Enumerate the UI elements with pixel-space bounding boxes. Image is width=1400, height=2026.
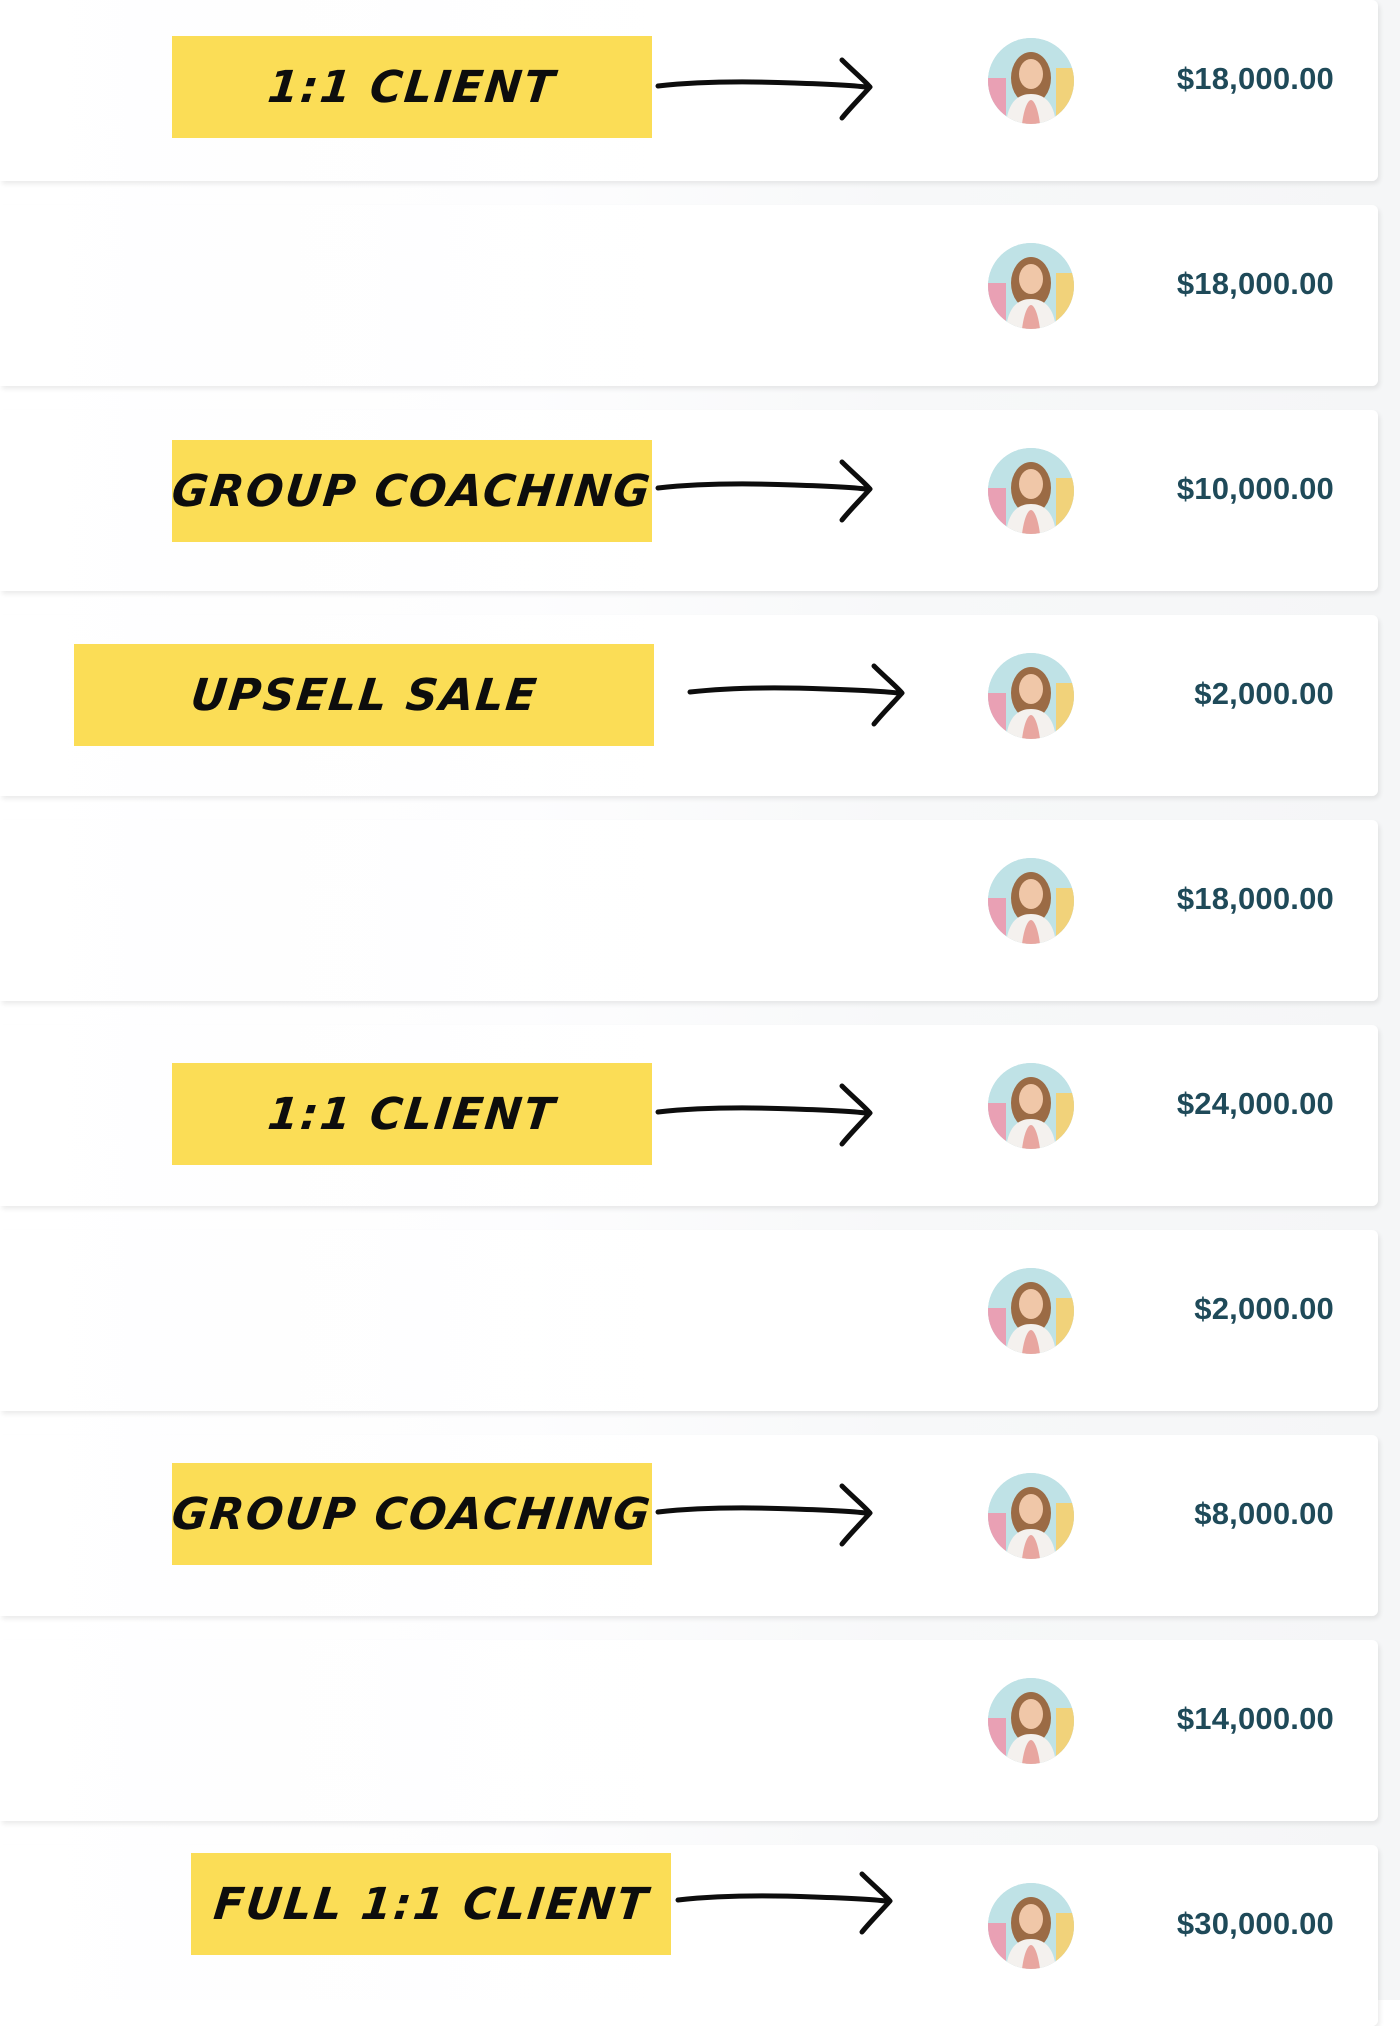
avatar-photo [988, 243, 1074, 329]
arrow-right-icon [687, 663, 905, 727]
avatar-photo [988, 1473, 1074, 1559]
avatar [988, 1473, 1074, 1559]
sale-type-tag: full 1:1 client [191, 1853, 671, 1955]
avatar [988, 653, 1074, 739]
sale-type-tag: 1:1 client [172, 1063, 652, 1165]
avatar [988, 1883, 1074, 1969]
sale-card: $14,000.00 [0, 1640, 1378, 1821]
avatar [988, 1063, 1074, 1149]
sale-type-tag: group coaching [169, 1463, 655, 1565]
avatar-photo [988, 1063, 1074, 1149]
avatar [988, 858, 1074, 944]
avatar [988, 243, 1074, 329]
arrow-right-icon [675, 1871, 893, 1935]
sale-type-tag: group coaching [169, 440, 655, 542]
sale-amount: $10,000.00 [1176, 471, 1334, 506]
avatar-photo [988, 1678, 1074, 1764]
sale-type-label: 1:1 client [265, 1088, 559, 1140]
sale-card: $18,000.00 [0, 205, 1378, 386]
avatar [988, 1678, 1074, 1764]
arrow-right-icon [655, 1083, 873, 1147]
sale-amount: $24,000.00 [1176, 1086, 1334, 1121]
avatar [988, 1268, 1074, 1354]
avatar [988, 448, 1074, 534]
avatar-photo [988, 1268, 1074, 1354]
sale-amount: $2,000.00 [1194, 1291, 1334, 1326]
avatar-photo [988, 653, 1074, 739]
sale-amount: $8,000.00 [1194, 1496, 1334, 1531]
avatar-photo [988, 448, 1074, 534]
sale-amount: $2,000.00 [1194, 676, 1334, 711]
sale-amount: $18,000.00 [1176, 266, 1334, 301]
sale-amount: $18,000.00 [1176, 881, 1334, 916]
sale-type-label: group coaching [169, 1488, 655, 1540]
sale-type-tag: 1:1 client [172, 36, 652, 138]
arrow-right-icon [655, 459, 873, 523]
sale-type-label: full 1:1 client [210, 1878, 652, 1930]
sales-list: $18,000.00 1:1 client $18,000.00 $10,000… [0, 0, 1400, 2026]
sale-amount: $30,000.00 [1176, 1906, 1334, 1941]
sale-type-label: group coaching [169, 465, 655, 517]
sale-type-label: upsell sale [187, 669, 541, 721]
sale-type-label: 1:1 client [265, 61, 559, 113]
avatar-photo [988, 38, 1074, 124]
avatar-photo [988, 858, 1074, 944]
avatar [988, 38, 1074, 124]
arrow-right-icon [655, 57, 873, 121]
sale-card: $2,000.00 [0, 1230, 1378, 1411]
avatar-photo [988, 1883, 1074, 1969]
sale-amount: $18,000.00 [1176, 61, 1334, 96]
sale-type-tag: upsell sale [74, 644, 654, 746]
sale-amount: $14,000.00 [1176, 1701, 1334, 1736]
sale-card: $18,000.00 [0, 820, 1378, 1001]
arrow-right-icon [655, 1483, 873, 1547]
